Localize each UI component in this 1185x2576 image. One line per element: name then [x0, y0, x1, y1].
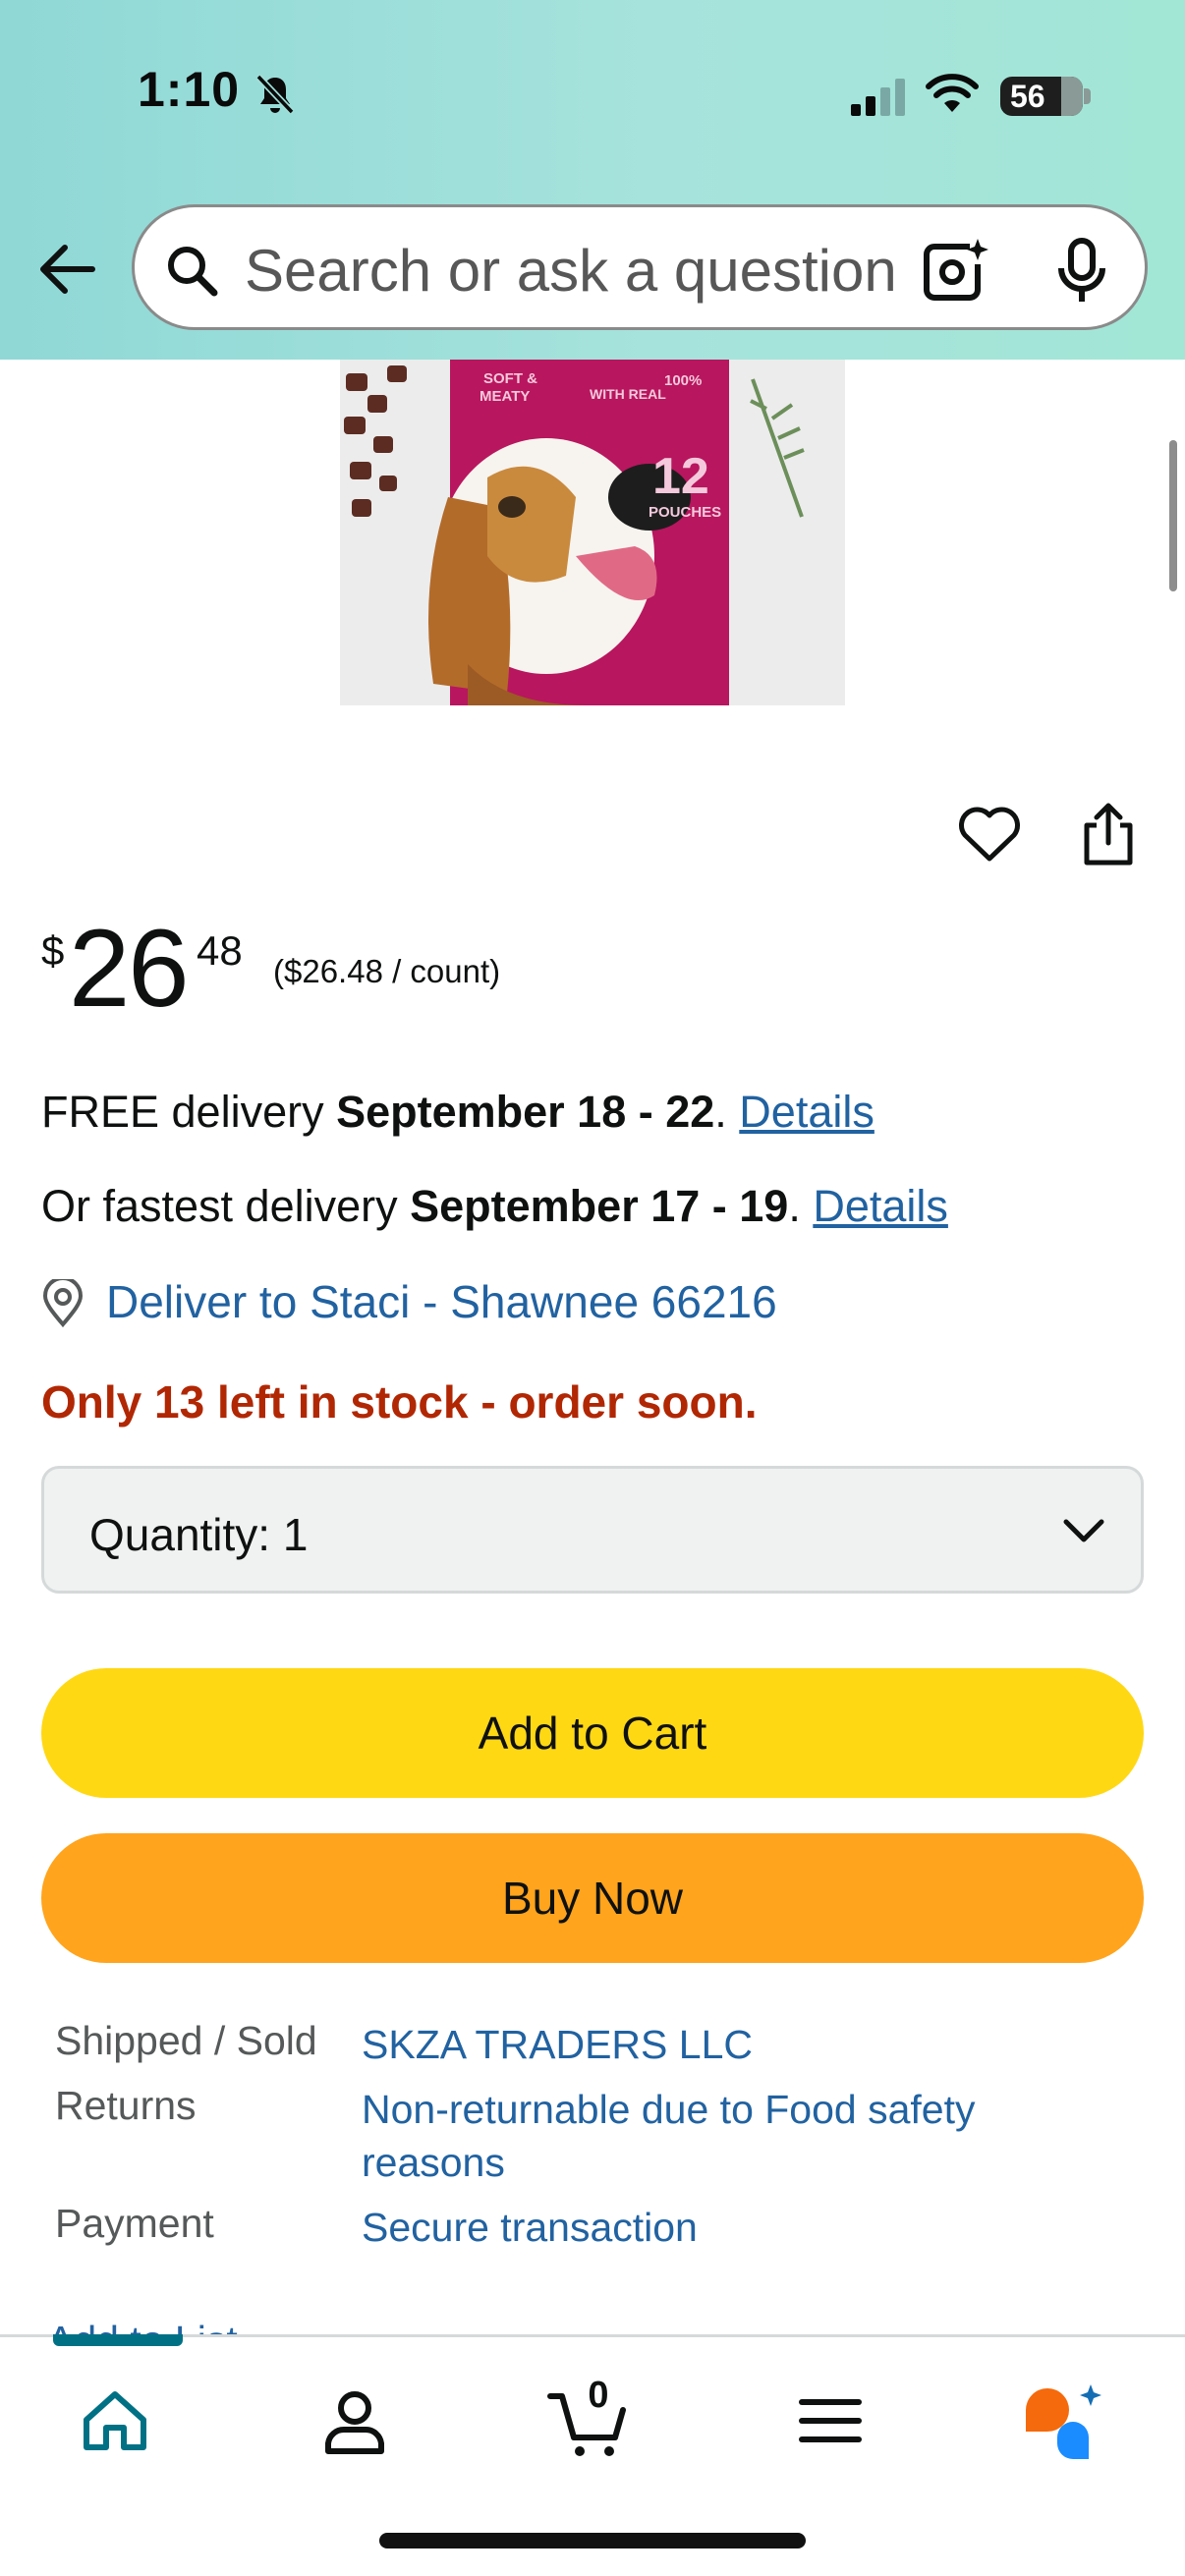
- share-icon[interactable]: [1079, 800, 1138, 868]
- fastest-delivery-dates: September 17 - 19: [410, 1181, 789, 1231]
- free-delivery-details-link[interactable]: Details: [739, 1087, 875, 1137]
- returns-policy-link[interactable]: Non-returnable due to Food safety reason…: [362, 2083, 1069, 2189]
- pouch-unit: POUCHES: [649, 504, 721, 521]
- fastest-delivery-sep: .: [788, 1181, 814, 1231]
- price-whole: 26: [69, 907, 190, 1030]
- status-time: 1:10: [138, 62, 241, 117]
- back-arrow-icon[interactable]: [35, 242, 96, 297]
- price-fraction: 48: [197, 927, 243, 974]
- rufus-icon[interactable]: [1018, 2377, 1106, 2465]
- battery-nub: [1084, 88, 1091, 104]
- seller-link[interactable]: SKZA TRADERS LLC: [362, 2018, 1069, 2071]
- unit-price: ($26.48 / count): [273, 953, 501, 989]
- search-input[interactable]: Search or ask a question: [132, 204, 1148, 330]
- cellular-signal-icon: [851, 79, 905, 116]
- quantity-label-text: Quantity:: [89, 1509, 271, 1560]
- camera-lens-icon[interactable]: [921, 237, 989, 302]
- stock-warning: Only 13 left in stock - order soon.: [41, 1376, 758, 1428]
- fastest-delivery-prefix: Or fastest delivery: [41, 1181, 411, 1231]
- search-icon: [168, 247, 218, 297]
- scroll-indicator[interactable]: [1169, 440, 1177, 591]
- product-page: 1:10 56 Search or ask a question SOFT & …: [0, 0, 1185, 2576]
- price-currency: $: [41, 927, 65, 974]
- add-to-cart-button[interactable]: Add to Cart: [41, 1668, 1144, 1798]
- product-image[interactable]: SOFT & MEATY WITH REAL 100% 12 POUCHES: [340, 360, 845, 705]
- quantity-select[interactable]: Quantity: 1: [41, 1466, 1144, 1594]
- free-delivery-prefix: FREE delivery: [41, 1087, 337, 1137]
- active-tab-indicator: [53, 2334, 183, 2346]
- deliver-to-link[interactable]: Deliver to Staci - Shawnee 66216: [106, 1275, 777, 1328]
- fastest-delivery-line: Or fastest delivery September 17 - 19. D…: [41, 1181, 948, 1232]
- free-delivery-dates: September 18 - 22: [336, 1087, 715, 1137]
- quantity-value: 1: [282, 1509, 309, 1560]
- quantity-label: Quantity: 1: [89, 1508, 308, 1561]
- badge-soft-meaty-2: MEATY: [480, 388, 530, 405]
- free-delivery-sep: .: [714, 1087, 740, 1137]
- shipped-sold-label: Shipped / Sold: [55, 2018, 317, 2063]
- badge-100: 100%: [664, 372, 702, 389]
- badge-real-beef: WITH REAL: [590, 386, 666, 402]
- heart-icon[interactable]: [957, 806, 1022, 865]
- menu-icon[interactable]: [786, 2377, 875, 2465]
- home-indicator[interactable]: [379, 2533, 806, 2548]
- free-delivery-line: FREE delivery September 18 - 22. Details: [41, 1087, 875, 1138]
- product-box-art: SOFT & MEATY WITH REAL 100% 12 POUCHES: [340, 360, 845, 705]
- home-icon[interactable]: [71, 2377, 159, 2465]
- add-to-list-link[interactable]: Add to List: [47, 2311, 238, 2334]
- wifi-icon: [926, 74, 979, 112]
- payment-label: Payment: [55, 2201, 214, 2246]
- bell-slash-icon: [255, 74, 295, 115]
- fastest-delivery-details-link[interactable]: Details: [813, 1181, 948, 1231]
- battery-level: 56: [1010, 79, 1045, 114]
- microphone-icon[interactable]: [1054, 237, 1109, 306]
- returns-label: Returns: [55, 2083, 197, 2128]
- badge-soft-meaty: SOFT &: [483, 370, 537, 387]
- buy-now-button[interactable]: Buy Now: [41, 1833, 1144, 1963]
- search-placeholder: Search or ask a question: [245, 238, 897, 304]
- chevron-down-icon: [1063, 1519, 1104, 1542]
- cart-count: 0: [588, 2375, 609, 2416]
- battery-icon: 56: [1000, 77, 1083, 116]
- pouch-count: 12: [652, 448, 709, 505]
- account-icon[interactable]: [310, 2377, 399, 2465]
- header: 1:10 56 Search or ask a question: [0, 0, 1185, 360]
- payment-link[interactable]: Secure transaction: [362, 2201, 1069, 2254]
- location-pin-icon: [42, 1279, 84, 1328]
